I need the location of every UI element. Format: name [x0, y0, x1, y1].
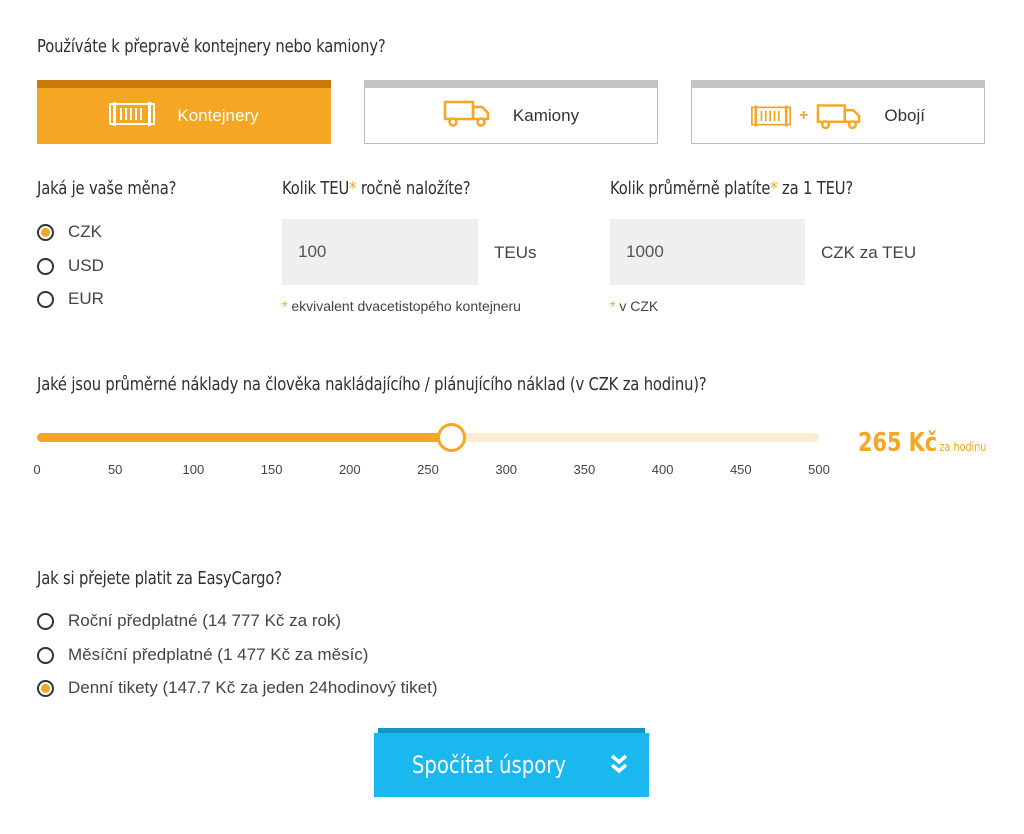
payment-option-monthly[interactable]: Měsíční předplatné (1 477 Kč za měsíc) — [37, 645, 368, 665]
slider-tick-label: 500 — [808, 462, 830, 477]
slider-tick-label: 450 — [729, 462, 752, 477]
currency-usd-label: USD — [68, 256, 104, 275]
teu-note-text: ekvivalent dvacetistopého kontejneru — [291, 298, 521, 314]
payment-question: Jak si přejete platit za EasyCargo? — [37, 568, 282, 589]
payment-option-daily[interactable]: Denní tikety (147.7 Kč za jeden 24hodino… — [37, 678, 438, 698]
slider-tick-label: 350 — [573, 462, 596, 477]
labor-slider-fill — [37, 433, 452, 442]
teu-note: * ekvivalent dvacetistopého kontejneru — [282, 298, 521, 314]
plus-sign: + — [799, 106, 809, 124]
teu-note-star: * — [282, 298, 288, 314]
double-chevron-down-icon — [610, 753, 628, 778]
labor-value-unit: za hodinu — [939, 440, 987, 454]
radio-usd[interactable] — [37, 257, 54, 275]
teu-question-rest: ročně naložíte? — [356, 178, 471, 199]
radio-eur[interactable] — [37, 290, 54, 308]
payment-monthly-label: Měsíční předplatné (1 477 Kč za měsíc) — [68, 645, 369, 664]
slider-tick-label: 0 — [33, 462, 41, 477]
slider-tick-label: 50 — [107, 462, 123, 477]
tab-kamiony[interactable]: Kamiony — [364, 80, 658, 144]
transport-question: Používáte k přepravě kontejnery nebo kam… — [37, 36, 386, 57]
tab-oboji-label: Obojí — [884, 105, 925, 125]
radio-czk[interactable] — [37, 223, 54, 241]
teu-input[interactable] — [282, 219, 478, 285]
labor-slider-track[interactable] — [37, 433, 819, 442]
slider-tick-label: 150 — [260, 462, 283, 477]
container-icon — [109, 101, 156, 131]
tab-kontejnery[interactable]: Kontejnery — [37, 80, 331, 144]
radio-yearly[interactable] — [37, 612, 54, 630]
currency-option-eur[interactable]: EUR — [37, 289, 104, 309]
currency-question: Jaká je vaše měna? — [37, 178, 177, 199]
currency-option-czk[interactable]: CZK — [37, 222, 102, 242]
labor-slider-ticks: 0 50 100 150 200 250 300 350 400 450 500 — [33, 462, 829, 482]
price-unit: CZK za TEU — [821, 243, 917, 262]
tab-oboji[interactable]: + Obojí — [691, 80, 985, 144]
price-question-rest: za 1 TEU? — [777, 178, 854, 199]
slider-tick-label: 100 — [182, 462, 205, 477]
price-question-text: Kolik průměrně platíte — [610, 178, 771, 199]
radio-monthly[interactable] — [37, 646, 54, 664]
payment-option-yearly[interactable]: Roční předplatné (14 777 Kč za rok) — [37, 611, 341, 631]
currency-czk-label: CZK — [68, 222, 102, 241]
teu-question: Kolik TEU* ročně naložíte? — [282, 178, 471, 199]
price-question: Kolik průměrně platíte* za 1 TEU? — [610, 178, 853, 199]
slider-tick-label: 400 — [651, 462, 674, 477]
truck-icon — [443, 99, 491, 132]
currency-eur-label: EUR — [68, 289, 104, 308]
calculate-savings-label: Spočítat úspory — [411, 751, 566, 779]
tab-kontejnery-label: Kontejnery — [177, 106, 259, 125]
radio-daily[interactable] — [37, 679, 54, 697]
slider-tick-label: 300 — [495, 462, 518, 477]
labor-value-amount: 265 Kč — [858, 428, 938, 458]
price-input[interactable] — [610, 219, 805, 285]
payment-daily-label: Denní tikety (147.7 Kč za jeden 24hodino… — [68, 678, 438, 697]
slider-tick-label: 200 — [338, 462, 361, 477]
slider-tick-label: 250 — [417, 462, 439, 477]
teu-question-star: * — [349, 178, 357, 199]
labor-question: Jaké jsou průměrné náklady na člověka na… — [37, 374, 707, 395]
price-note-text: v CZK — [619, 298, 659, 314]
teu-question-text: Kolik TEU — [282, 178, 350, 199]
labor-value: 265 Kč za hodinu — [858, 428, 986, 458]
price-note: * v CZK — [610, 298, 658, 314]
tab-kamiony-label: Kamiony — [512, 105, 580, 125]
currency-option-usd[interactable]: USD — [37, 256, 104, 276]
teu-unit: TEUs — [494, 243, 537, 262]
container-plus-truck-icon: + — [751, 102, 862, 130]
payment-yearly-label: Roční předplatné (14 777 Kč za rok) — [68, 611, 342, 630]
price-note-star: * — [610, 298, 616, 314]
calculate-savings-button[interactable]: Spočítat úspory — [374, 728, 649, 797]
labor-slider-thumb[interactable] — [437, 423, 467, 452]
